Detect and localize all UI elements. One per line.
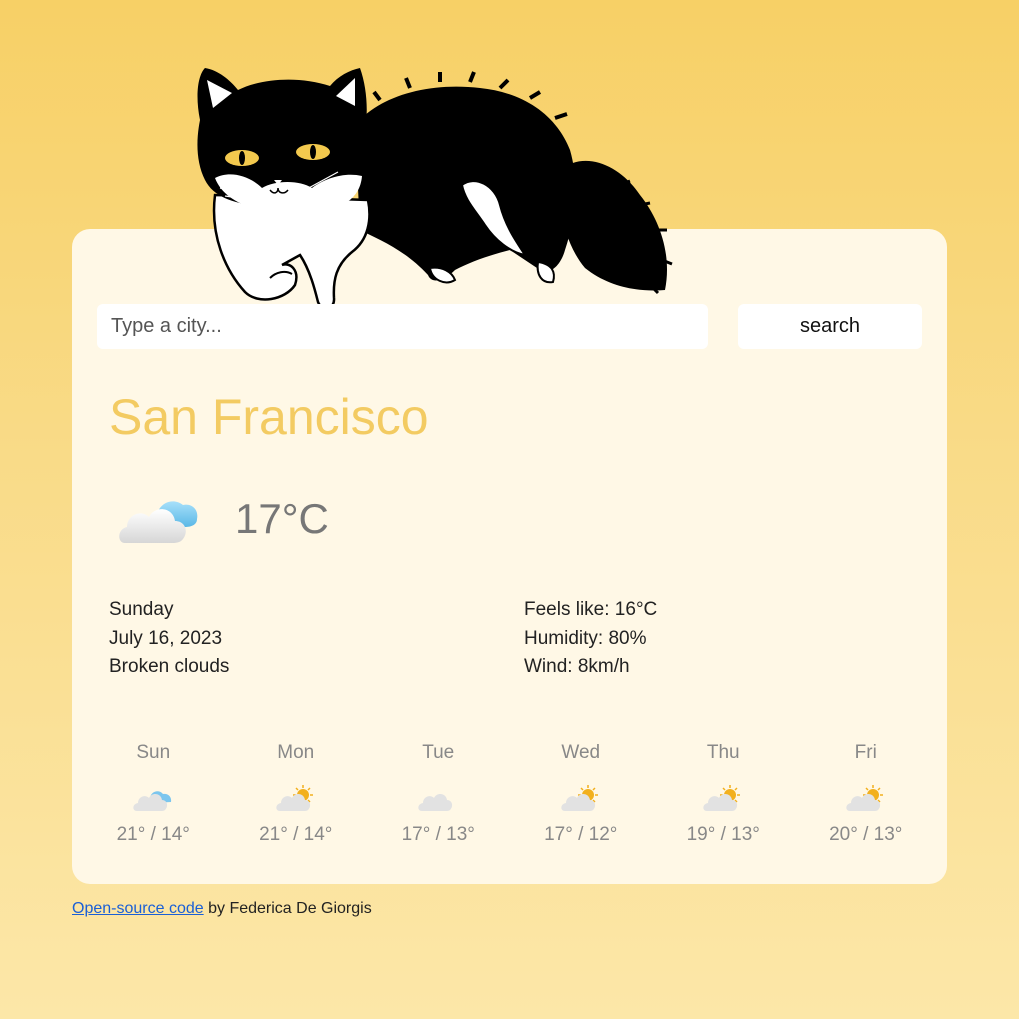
forecast-temps: 20° / 13° — [829, 824, 903, 845]
partly-cloudy-icon — [703, 785, 741, 811]
partly-cloudy-icon — [846, 785, 883, 811]
city-name: San Francisco — [109, 389, 429, 445]
forecast-day-name: Sun — [136, 742, 171, 763]
forecast-day-name: Mon — [277, 742, 315, 763]
forecast-temps: 17° / 13° — [401, 824, 475, 845]
partly-cloudy-icon — [276, 785, 313, 811]
current-day: Sunday — [109, 599, 174, 620]
forecast-day-name: Thu — [706, 742, 740, 763]
forecast-day: Thu 19° / 13° — [652, 742, 795, 846]
forecast-day: Mon 21° / 14° — [225, 742, 368, 846]
forecast-temps: 19° / 13° — [686, 824, 760, 845]
forecast-day-name: Tue — [422, 742, 455, 763]
open-source-link[interactable]: Open-source code — [72, 900, 204, 917]
search-button[interactable]: search — [738, 304, 922, 349]
forecast-temps: 21° / 14° — [259, 824, 333, 845]
wind: Wind: 8km/h — [524, 656, 630, 677]
cloudy-icon — [418, 794, 453, 811]
current-temperature: 17°C — [235, 495, 329, 542]
partly-cloudy-icon — [561, 785, 598, 811]
forecast-day: Sun 21° / 14° — [82, 742, 225, 846]
forecast-day-name: Fri — [854, 742, 877, 763]
broken-clouds-icon — [133, 791, 172, 811]
date-info: Sunday July 16, 2023 Broken clouds — [109, 596, 229, 682]
footer: Open-source code by Federica De Giorgis — [72, 900, 372, 918]
forecast: Sun 21° / 14° Mon 21° / 14° Tue 17° / 13… — [82, 742, 937, 846]
forecast-temps: 17° / 12° — [544, 824, 618, 845]
forecast-day: Fri 20° / 13° — [795, 742, 938, 846]
weather-description: Broken clouds — [109, 656, 230, 677]
city-search-input[interactable] — [97, 304, 708, 349]
forecast-day-name: Wed — [561, 742, 601, 763]
broken-clouds-icon — [119, 501, 198, 543]
forecast-temps: 21° / 14° — [116, 824, 190, 845]
footer-credit: by Federica De Giorgis — [208, 900, 372, 917]
forecast-day: Tue 17° / 13° — [367, 742, 510, 846]
cat-illustration — [197, 68, 673, 310]
humidity: Humidity: 80% — [524, 627, 647, 649]
current-date: July 16, 2023 — [109, 627, 223, 649]
feels-like: Feels like: 16°C — [524, 599, 658, 620]
weather-details: Feels like: 16°C Humidity: 80% Wind: 8km… — [524, 596, 657, 682]
forecast-day: Wed 17° / 12° — [510, 742, 653, 846]
